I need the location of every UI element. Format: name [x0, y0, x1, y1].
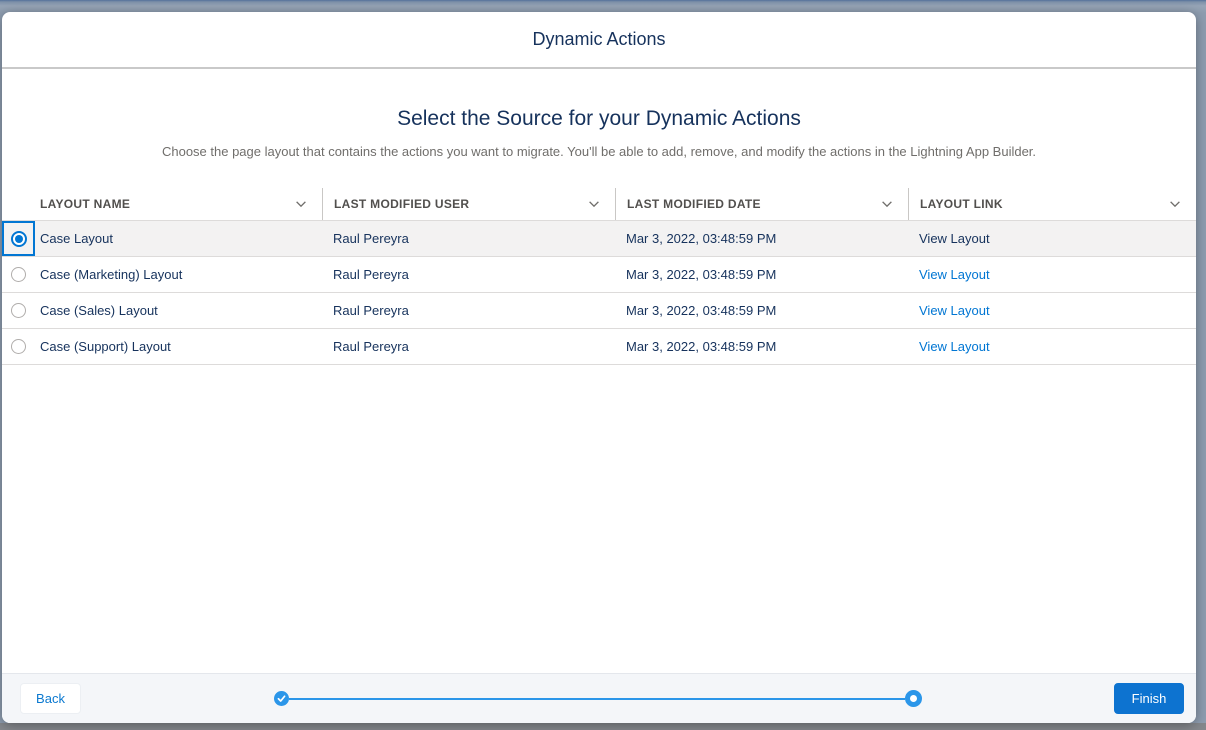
radio-cell[interactable] — [2, 257, 35, 292]
dynamic-actions-modal: Dynamic Actions Select the Source for yo… — [2, 12, 1196, 723]
page-subtitle: Choose the page layout that contains the… — [62, 144, 1136, 159]
finish-button[interactable]: Finish — [1114, 683, 1184, 714]
last-modified-user-cell: Raul Pereyra — [322, 267, 615, 282]
modal-title: Dynamic Actions — [532, 29, 665, 50]
view-layout-link[interactable]: View Layout — [919, 267, 990, 282]
last-modified-date-cell: Mar 3, 2022, 03:48:59 PM — [615, 339, 908, 354]
view-layout-link[interactable]: View Layout — [919, 339, 990, 354]
layouts-table: LAYOUT NAME LAST MODIFIED USER LAST MODI… — [2, 188, 1196, 365]
last-modified-date-cell: Mar 3, 2022, 03:48:59 PM — [615, 267, 908, 282]
layout-name-cell: Case (Support) Layout — [35, 339, 322, 354]
chevron-down-icon[interactable] — [587, 197, 601, 211]
progress-line — [289, 698, 905, 700]
table-row[interactable]: Case (Sales) Layout Raul Pereyra Mar 3, … — [2, 293, 1196, 329]
column-header-layout-name[interactable]: LAYOUT NAME — [2, 188, 322, 220]
backdrop-right-strip — [1196, 13, 1206, 723]
view-layout-link[interactable]: View Layout — [919, 231, 990, 246]
radio-button[interactable] — [11, 339, 26, 354]
step-completed-icon — [274, 691, 289, 706]
backdrop-bottom-strip — [0, 723, 1206, 730]
table-row[interactable]: Case Layout Raul Pereyra Mar 3, 2022, 03… — [2, 221, 1196, 257]
layout-name-cell: Case (Marketing) Layout — [35, 267, 322, 282]
radio-button[interactable] — [11, 303, 26, 318]
chevron-down-icon[interactable] — [880, 197, 894, 211]
radio-button-selected[interactable] — [11, 231, 27, 247]
step-current-marker — [905, 690, 922, 707]
radio-cell[interactable] — [2, 293, 35, 328]
back-button[interactable]: Back — [20, 683, 81, 714]
progress-indicator — [274, 690, 922, 707]
table-row[interactable]: Case (Marketing) Layout Raul Pereyra Mar… — [2, 257, 1196, 293]
column-header-label: LAST MODIFIED USER — [334, 197, 469, 211]
column-header-label: LAYOUT LINK — [920, 197, 1003, 211]
column-header-last-modified-date[interactable]: LAST MODIFIED DATE — [615, 188, 908, 220]
last-modified-date-cell: Mar 3, 2022, 03:48:59 PM — [615, 231, 908, 246]
table-row[interactable]: Case (Support) Layout Raul Pereyra Mar 3… — [2, 329, 1196, 365]
chevron-down-icon[interactable] — [1168, 197, 1182, 211]
radio-cell[interactable] — [2, 329, 35, 364]
check-icon — [277, 694, 286, 703]
chevron-down-icon[interactable] — [294, 197, 308, 211]
last-modified-user-cell: Raul Pereyra — [322, 339, 615, 354]
last-modified-user-cell: Raul Pereyra — [322, 231, 615, 246]
column-header-label: LAST MODIFIED DATE — [627, 197, 761, 211]
layout-name-cell: Case Layout — [35, 231, 322, 246]
radio-cell[interactable] — [2, 221, 35, 256]
column-header-last-modified-user[interactable]: LAST MODIFIED USER — [322, 188, 615, 220]
column-header-layout-link[interactable]: LAYOUT LINK — [908, 188, 1196, 220]
last-modified-date-cell: Mar 3, 2022, 03:48:59 PM — [615, 303, 908, 318]
layout-name-cell: Case (Sales) Layout — [35, 303, 322, 318]
radio-button[interactable] — [11, 267, 26, 282]
modal-header: Dynamic Actions — [2, 12, 1196, 69]
modal-content: Select the Source for your Dynamic Actio… — [2, 69, 1196, 673]
modal-footer: Back Finish — [2, 673, 1196, 723]
table-header-row: LAYOUT NAME LAST MODIFIED USER LAST MODI… — [2, 188, 1196, 221]
column-header-label: LAYOUT NAME — [40, 197, 130, 211]
view-layout-link[interactable]: View Layout — [919, 303, 990, 318]
page-title: Select the Source for your Dynamic Actio… — [2, 107, 1196, 131]
last-modified-user-cell: Raul Pereyra — [322, 303, 615, 318]
